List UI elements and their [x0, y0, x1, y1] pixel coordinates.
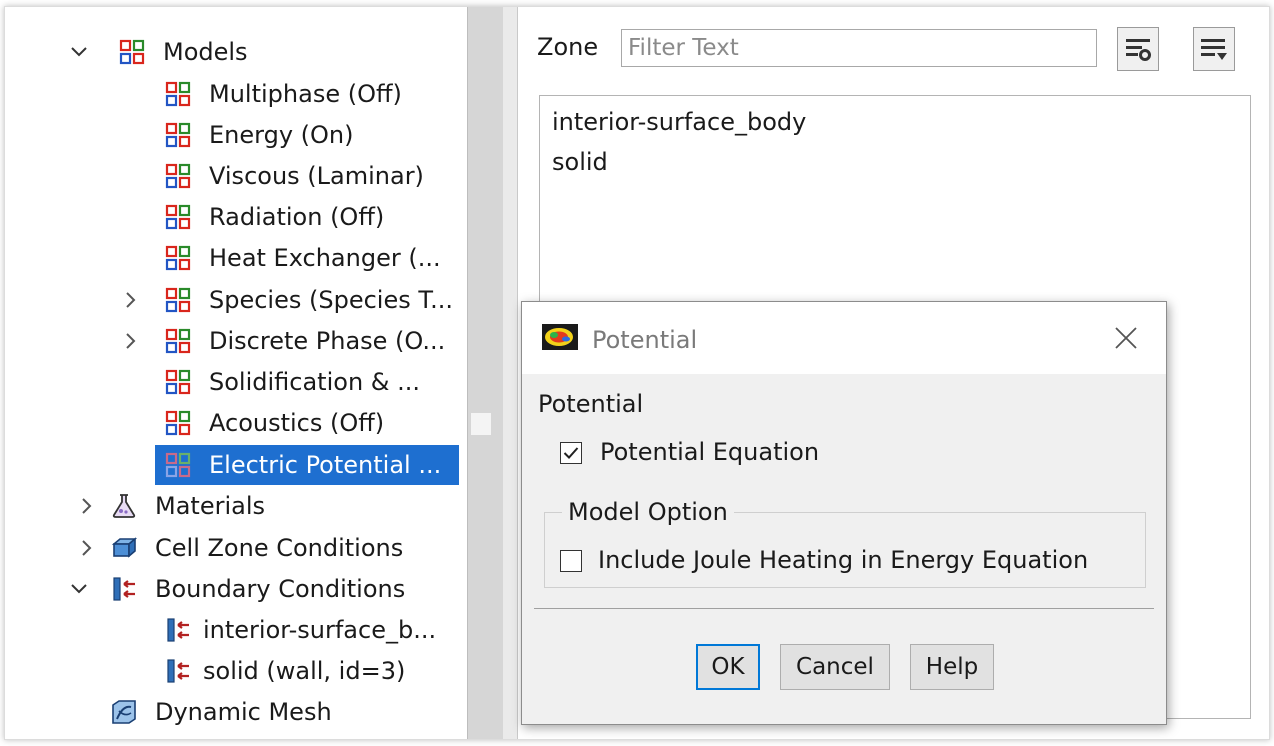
tree-item-solidification[interactable]: Solidification & ... — [165, 363, 420, 401]
flask-icon — [111, 493, 137, 519]
close-icon[interactable] — [1112, 324, 1140, 352]
boundary-icon — [111, 576, 137, 602]
model-icon — [165, 287, 191, 313]
outline-tree: Models Multiphase (Off) Energy (On) Visc… — [5, 7, 467, 739]
tree-item-label: Species (Species T... — [209, 286, 454, 314]
tree-item-cell-zone-conditions[interactable]: Cell Zone Conditions — [77, 529, 403, 567]
tree-item-label: solid (wall, id=3) — [203, 657, 406, 685]
potential-equation-checkbox[interactable] — [560, 442, 582, 464]
chevron-right-icon[interactable] — [121, 281, 141, 319]
zone-list-item[interactable]: solid — [552, 148, 608, 176]
fluent-app-icon — [542, 324, 578, 350]
tree-item-label: Models — [163, 38, 248, 66]
tree-item-label: Radiation (Off) — [209, 203, 385, 231]
model-icon — [165, 410, 191, 436]
potential-dialog: Potential Potential Potential Equation M… — [521, 301, 1167, 725]
tree-item-label: Materials — [155, 492, 266, 520]
tree-item-multiphase[interactable]: Multiphase (Off) — [165, 75, 402, 113]
model-icon — [165, 122, 191, 148]
dynamic-mesh-icon — [111, 699, 137, 725]
tree-item-label: Viscous (Laminar) — [209, 162, 424, 190]
tree-item-heat-exchanger[interactable]: Heat Exchanger (... — [165, 239, 441, 277]
potential-equation-label[interactable]: Potential Equation — [600, 438, 819, 466]
tree-item-solid-wall[interactable]: solid (wall, id=3) — [165, 652, 405, 690]
ok-button[interactable]: OK — [696, 644, 760, 690]
section-heading: Potential — [538, 390, 644, 418]
model-icon — [165, 163, 191, 189]
chevron-right-icon[interactable] — [121, 322, 141, 360]
model-icon — [165, 328, 191, 354]
chevron-right-icon[interactable] — [77, 487, 97, 525]
tree-item-label: interior-surface_b... — [203, 616, 437, 644]
model-icon — [165, 204, 191, 230]
cancel-button[interactable]: Cancel — [780, 644, 890, 690]
cell-zone-icon — [111, 535, 137, 561]
tree-item-label: Acoustics (Off) — [209, 409, 385, 437]
tree-item-acoustics[interactable]: Acoustics (Off) — [165, 404, 384, 442]
model-icon — [165, 369, 191, 395]
zone-label: Zone — [537, 33, 599, 61]
tree-item-electric-potential[interactable]: Electric Potential ... — [155, 445, 459, 485]
tree-item-models[interactable]: Models — [69, 33, 248, 71]
model-option-title: Model Option — [562, 498, 734, 526]
tree-item-boundary-conditions[interactable]: Boundary Conditions — [69, 570, 405, 608]
tree-item-label: Energy (On) — [209, 121, 354, 149]
tree-item-label: Cell Zone Conditions — [155, 534, 404, 562]
filter-options-button[interactable] — [1117, 27, 1159, 71]
model-icon — [165, 452, 191, 478]
dialog-separator — [534, 608, 1154, 609]
panel-gutter — [503, 7, 518, 739]
dialog-title: Potential — [592, 326, 698, 354]
tree-item-viscous[interactable]: Viscous (Laminar) — [165, 157, 424, 195]
help-button[interactable]: Help — [910, 644, 994, 690]
tree-item-dynamic-mesh[interactable]: Dynamic Mesh — [111, 693, 332, 731]
chevron-right-icon[interactable] — [77, 529, 97, 567]
tree-item-radiation[interactable]: Radiation (Off) — [165, 198, 384, 236]
filter-settings-icon — [1126, 39, 1151, 61]
tree-item-energy[interactable]: Energy (On) — [165, 116, 353, 154]
chevron-down-icon[interactable] — [69, 570, 89, 608]
filter-menu-button[interactable] — [1193, 27, 1235, 71]
dialog-titlebar[interactable]: Potential — [522, 302, 1166, 374]
model-icon — [165, 245, 191, 271]
tree-item-label: Dynamic Mesh — [155, 698, 332, 726]
tree-item-materials[interactable]: Materials — [77, 487, 265, 525]
tree-item-label: Solidification & ... — [209, 368, 421, 396]
splitter-handle[interactable] — [471, 413, 491, 435]
boundary-icon — [165, 658, 191, 684]
models-icon — [119, 39, 145, 65]
checkmark-icon — [563, 447, 579, 459]
tree-item-label: Heat Exchanger (... — [209, 244, 441, 272]
model-icon — [165, 81, 191, 107]
tree-item-discrete-phase[interactable]: Discrete Phase (O... — [121, 322, 445, 360]
tree-item-label: Multiphase (Off) — [209, 80, 402, 108]
joule-heating-checkbox[interactable] — [560, 550, 582, 572]
boundary-icon — [165, 617, 191, 643]
zone-filter-input[interactable] — [621, 29, 1097, 67]
chevron-down-icon[interactable] — [69, 33, 89, 71]
tree-item-species[interactable]: Species (Species T... — [121, 281, 453, 319]
tree-item-label: Electric Potential ... — [209, 451, 442, 479]
joule-heating-label[interactable]: Include Joule Heating in Energy Equation — [598, 546, 1088, 574]
tree-item-label: Boundary Conditions — [155, 575, 406, 603]
app-frame: Models Multiphase (Off) Energy (On) Visc… — [4, 6, 1270, 740]
panel-splitter[interactable] — [467, 7, 505, 739]
tree-item-label: Discrete Phase (O... — [209, 327, 446, 355]
tree-item-interior-surface[interactable]: interior-surface_b... — [165, 611, 436, 649]
zone-list-item[interactable]: interior-surface_body — [552, 108, 806, 136]
list-dropdown-icon — [1201, 39, 1227, 60]
